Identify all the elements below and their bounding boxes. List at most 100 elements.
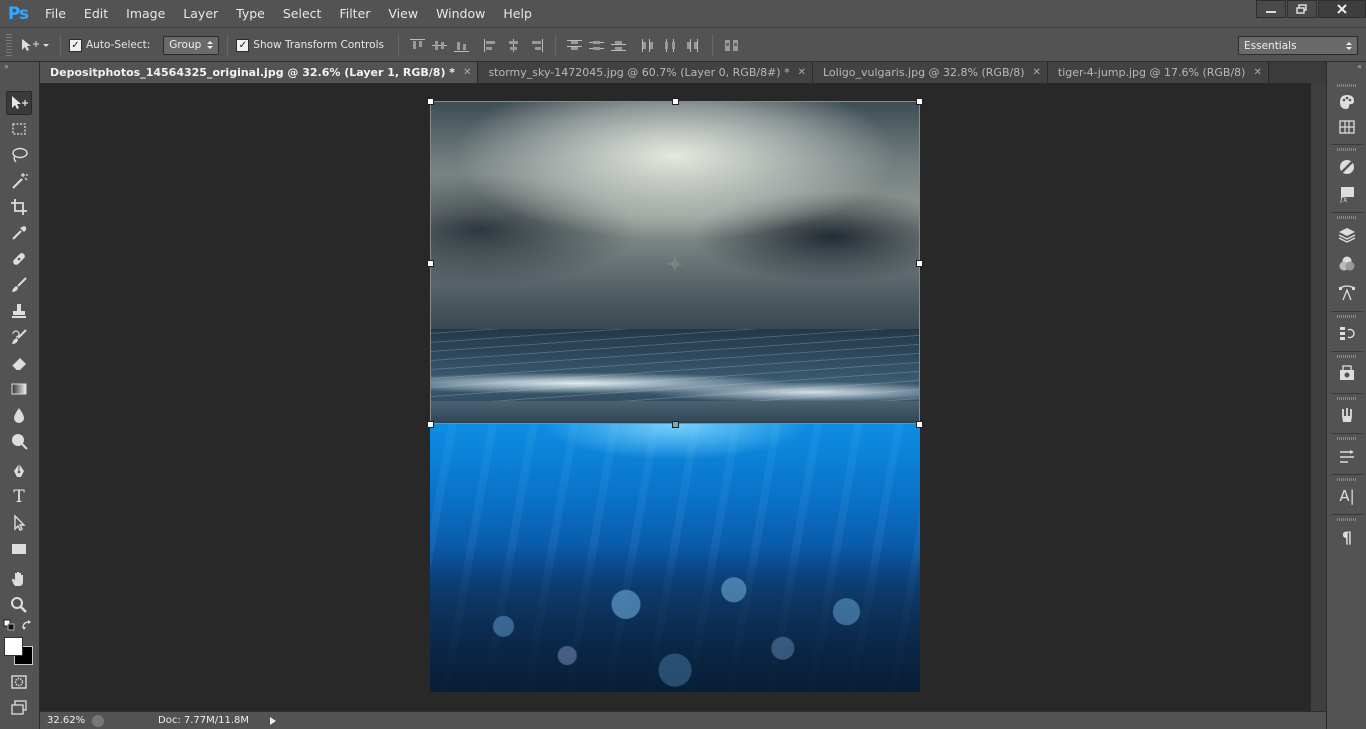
workspace-dropdown[interactable]: Essentials: [1238, 36, 1358, 55]
swatches-panel-button[interactable]: [1335, 115, 1359, 139]
document-tab[interactable]: Depositphotos_14564325_original.jpg @ 32…: [40, 62, 479, 83]
panel-group-grip[interactable]: [1337, 216, 1357, 219]
screen-mode-button[interactable]: [6, 696, 32, 720]
dock-collapse-icon[interactable]: «: [1327, 62, 1366, 72]
rectangle-tool[interactable]: [6, 537, 32, 561]
document-tab[interactable]: stormy_sky-1472045.jpg @ 60.7% (Layer 0,…: [478, 62, 813, 83]
quick-mask-button[interactable]: [6, 670, 32, 694]
vertical-scrollbar[interactable]: [1310, 83, 1326, 711]
transform-handle-bottom[interactable]: [672, 421, 679, 428]
distribute-horizontal-centers-button[interactable]: [660, 35, 682, 55]
menu-edit[interactable]: Edit: [75, 0, 117, 28]
transform-handle-top-right[interactable]: [916, 98, 923, 105]
distribute-left-edges-button[interactable]: [638, 35, 660, 55]
paragraph-panel-button[interactable]: ¶: [1335, 525, 1359, 549]
gradient-tool[interactable]: [6, 377, 32, 401]
transform-handle-right[interactable]: [916, 260, 923, 267]
crop-tool[interactable]: [6, 195, 32, 219]
zoom-level[interactable]: 32.62%: [40, 715, 92, 726]
transform-handle-top[interactable]: [672, 98, 679, 105]
document-tab[interactable]: Loligo_vulgaris.jpg @ 32.8% (RGB/8) ✕: [812, 62, 1048, 83]
close-tab-icon[interactable]: ✕: [463, 67, 471, 78]
distribute-right-edges-button[interactable]: [682, 35, 704, 55]
canvas-area[interactable]: [40, 83, 1310, 711]
move-tool[interactable]: [6, 91, 32, 115]
type-tool[interactable]: T: [6, 485, 32, 509]
foreground-color-swatch[interactable]: [4, 637, 23, 656]
adjustments-panel-button[interactable]: [1335, 155, 1359, 179]
transform-handle-bottom-right[interactable]: [916, 421, 923, 428]
align-top-edges-button[interactable]: [407, 35, 429, 55]
menu-view[interactable]: View: [379, 0, 427, 28]
layers-panel-button[interactable]: [1335, 223, 1359, 247]
hand-tool[interactable]: [6, 567, 32, 591]
document-canvas[interactable]: [430, 101, 920, 692]
menu-type[interactable]: Type: [227, 0, 274, 28]
panel-group-grip[interactable]: [1337, 148, 1357, 151]
distribute-bottom-edges-button[interactable]: [608, 35, 630, 55]
align-left-edges-button[interactable]: [481, 35, 503, 55]
brush-presets-panel-button[interactable]: [1335, 403, 1359, 427]
tool-presets-panel-button[interactable]: [1335, 444, 1359, 468]
transform-handle-left[interactable]: [427, 260, 434, 267]
dodge-tool[interactable]: [6, 429, 32, 453]
align-right-edges-button[interactable]: [525, 35, 547, 55]
auto-align-layers-button[interactable]: [721, 35, 743, 55]
menu-layer[interactable]: Layer: [174, 0, 227, 28]
panel-group-grip[interactable]: [1337, 397, 1357, 400]
color-panel-button[interactable]: [1335, 90, 1359, 114]
clone-stamp-tool[interactable]: [6, 299, 32, 323]
panel-group-grip[interactable]: [1337, 437, 1357, 440]
align-vertical-centers-button[interactable]: [429, 35, 451, 55]
panel-group-grip[interactable]: [1337, 84, 1357, 87]
status-menu-arrow-icon[interactable]: [268, 716, 278, 726]
menu-help[interactable]: Help: [494, 0, 541, 28]
show-transform-checkbox[interactable]: ✓: [236, 38, 250, 52]
healing-brush-tool[interactable]: [6, 247, 32, 271]
eyedropper-tool[interactable]: [6, 221, 32, 245]
panel-group-grip[interactable]: [1337, 518, 1357, 521]
panel-group-grip[interactable]: [1337, 355, 1357, 358]
status-info-icon[interactable]: [92, 714, 104, 727]
auto-select-target-dropdown[interactable]: Group: [163, 35, 220, 55]
marquee-tool[interactable]: [6, 117, 32, 141]
zoom-tool[interactable]: [6, 593, 32, 617]
pen-tool[interactable]: [6, 459, 32, 483]
swap-colors-icon[interactable]: [21, 619, 33, 631]
history-brush-tool[interactable]: [6, 325, 32, 349]
menu-window[interactable]: Window: [427, 0, 494, 28]
magic-wand-tool[interactable]: [6, 169, 32, 193]
panel-group-grip[interactable]: [1337, 478, 1357, 481]
brush-tool[interactable]: [6, 273, 32, 297]
styles-panel-button[interactable]: fx: [1335, 182, 1359, 206]
distribute-vertical-centers-button[interactable]: [586, 35, 608, 55]
default-colors-icon[interactable]: [3, 619, 15, 631]
properties-panel-button[interactable]: [1335, 361, 1359, 385]
lasso-tool[interactable]: [6, 143, 32, 167]
menu-select[interactable]: Select: [274, 0, 331, 28]
close-tab-icon[interactable]: ✕: [1033, 67, 1041, 78]
close-tab-icon[interactable]: ✕: [1253, 67, 1261, 78]
character-panel-button[interactable]: A|: [1335, 484, 1359, 508]
eraser-tool[interactable]: [6, 351, 32, 375]
distribute-top-edges-button[interactable]: [564, 35, 586, 55]
menu-file[interactable]: File: [36, 0, 75, 28]
restore-button[interactable]: [1287, 0, 1317, 18]
blur-tool[interactable]: [6, 403, 32, 427]
minimize-button[interactable]: [1256, 0, 1286, 18]
document-tab[interactable]: tiger-4-jump.jpg @ 17.6% (RGB/8) ✕: [1047, 62, 1269, 83]
align-bottom-edges-button[interactable]: [451, 35, 473, 55]
menu-filter[interactable]: Filter: [330, 0, 379, 28]
paths-panel-button[interactable]: [1335, 281, 1359, 305]
transform-reference-point-icon[interactable]: [668, 257, 682, 271]
auto-select-checkbox[interactable]: ✓: [69, 38, 82, 52]
options-bar-grip[interactable]: [6, 34, 12, 56]
tools-panel-collapse-icon[interactable]: »: [0, 62, 39, 72]
menu-image[interactable]: Image: [117, 0, 174, 28]
path-selection-tool[interactable]: [6, 511, 32, 535]
channels-panel-button[interactable]: [1335, 252, 1359, 276]
transform-handle-top-left[interactable]: [427, 98, 434, 105]
panel-group-grip[interactable]: [1337, 315, 1357, 318]
close-tab-icon[interactable]: ✕: [798, 67, 806, 78]
tool-preset-picker[interactable]: [16, 33, 52, 57]
